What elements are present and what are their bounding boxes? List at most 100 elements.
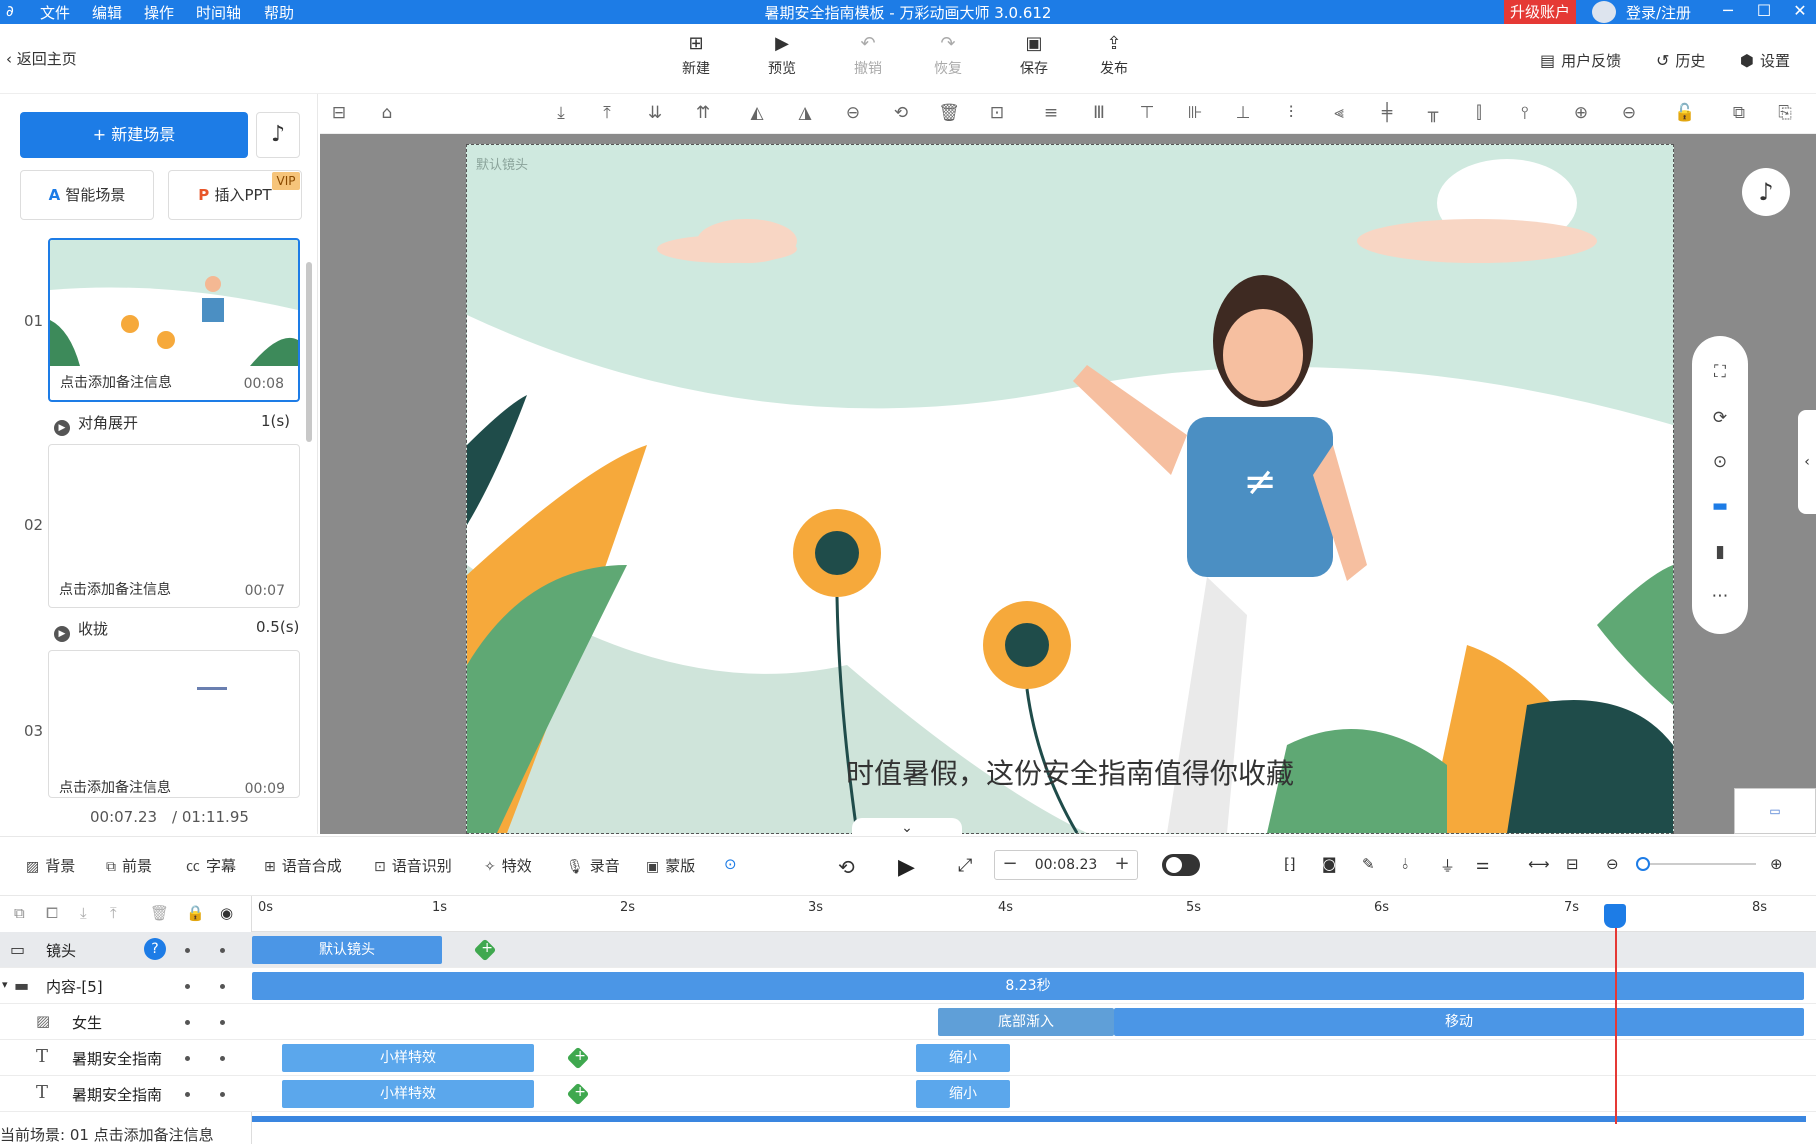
shrink-clip[interactable]: 缩小 (916, 1080, 1010, 1108)
smart-scene-button[interactable]: A 智能场景 (20, 170, 154, 220)
eye-icon[interactable]: ◉ (220, 904, 233, 922)
save-button[interactable]: ▣ 保存 (1004, 34, 1064, 78)
timeline-zoom-handle[interactable] (1636, 857, 1650, 871)
music-note-icon[interactable]: ♪ (1742, 168, 1790, 216)
paste-icon[interactable]: ⎘ (1774, 102, 1796, 124)
spacing-icon[interactable]: ⫯ (1514, 102, 1536, 124)
dot[interactable] (185, 1020, 190, 1025)
dot[interactable] (220, 1056, 225, 1061)
scene-note[interactable]: 点击添加备注信息 (59, 579, 171, 599)
unlock-icon[interactable]: 🔓 (1674, 102, 1696, 124)
dot[interactable] (220, 984, 225, 989)
home-icon[interactable]: ⌂ (376, 102, 398, 124)
music-note-icon[interactable]: ♪ (256, 112, 300, 158)
add-keyframe-icon[interactable] (473, 938, 497, 962)
fullscreen-icon[interactable]: ⤢ (958, 855, 972, 876)
distribute-v-icon[interactable]: ⫷ (1328, 102, 1350, 124)
minimap-icon[interactable]: ▭ (1734, 788, 1816, 834)
close-icon[interactable]: ✕ (1786, 0, 1814, 24)
edit-icon[interactable]: ✎ (1362, 855, 1375, 873)
foreground-button[interactable]: ⧉ 前景 (106, 855, 152, 876)
center-h-icon[interactable]: ╪ (1376, 102, 1398, 124)
publish-button[interactable]: ⇪ 发布 (1084, 34, 1144, 78)
lock-icon[interactable]: 🔒 (186, 904, 205, 922)
add-keyframe-icon[interactable] (566, 1046, 590, 1070)
distribute-h-icon[interactable]: ⫶ (1280, 102, 1302, 124)
play-icon[interactable]: ▶ (898, 855, 915, 880)
new-button[interactable]: ⊞ 新建 (666, 34, 726, 78)
fit-width-icon[interactable]: ⟷ (1528, 855, 1550, 873)
effects-button[interactable]: ✧ 特效 (484, 855, 532, 876)
portrait-icon[interactable]: ▮ (1708, 540, 1732, 564)
move-clip[interactable]: 移动 (1114, 1008, 1804, 1036)
chevron-left-icon[interactable]: ‹ (1798, 410, 1816, 514)
move-track-down-icon[interactable]: ⤓ (80, 904, 87, 922)
time-increase-button[interactable]: + (1110, 850, 1134, 880)
split-icon[interactable]: ⫰ (1402, 855, 1409, 873)
unlock-icon[interactable]: ⊙ (1708, 450, 1732, 474)
undo-button[interactable]: ↶ 撤销 (838, 34, 898, 78)
chevron-down-icon[interactable]: ⌄ (852, 818, 962, 838)
copy-icon[interactable]: ⧉ (1728, 102, 1750, 124)
format-painter-icon[interactable]: ⊟ (328, 102, 350, 124)
content-clip[interactable]: 8.23秒 (252, 972, 1804, 1000)
toggle-switch[interactable] (1162, 854, 1200, 876)
delete-track-icon[interactable]: 🗑 (150, 904, 169, 922)
effect-clip[interactable]: 小样特效 (282, 1044, 534, 1072)
record-button[interactable]: 🎙 录音 (566, 855, 620, 876)
history-button[interactable]: ↺ 历史 (1656, 50, 1705, 71)
timeline-scrollbar[interactable] (252, 1116, 1806, 1122)
add-keyframe-icon[interactable] (566, 1082, 590, 1106)
help-icon[interactable]: ? (144, 938, 166, 960)
subtitle-text[interactable]: 时值暑假，这份安全指南值得你收藏 (466, 752, 1674, 792)
zoom-out-timeline-icon[interactable]: ⊖ (1606, 855, 1619, 873)
camera-clip[interactable]: 默认镜头 (252, 936, 442, 964)
dot[interactable] (185, 1056, 190, 1061)
track-content-group[interactable]: ▾ ▬ 内容-[5] 8.23秒 (0, 968, 1816, 1004)
filter-icon[interactable]: ⏚ (1440, 855, 1455, 876)
scene-note[interactable]: 点击添加备注信息 (59, 777, 171, 797)
dot[interactable] (185, 984, 190, 989)
adjust-icon[interactable]: ⚌ (1476, 855, 1489, 873)
track-camera[interactable]: ▭ 镜头 ? 默认镜头 (0, 932, 1816, 968)
move-top-icon[interactable]: ⤒ (596, 102, 618, 124)
one-to-one-icon[interactable]: ⊟ (1566, 855, 1579, 873)
delete-icon[interactable]: 🗑 (938, 102, 960, 124)
chevron-down-icon[interactable]: ▾ (2, 978, 8, 991)
minimize-icon[interactable]: ─ (1714, 0, 1742, 24)
bracket-icon[interactable]: ⁅⁆ (1284, 855, 1296, 873)
settings-button[interactable]: ⬢ 设置 (1740, 50, 1790, 71)
center-v-icon[interactable]: ╥ (1422, 102, 1444, 124)
align-bottom-icon[interactable]: ⊥ (1232, 102, 1254, 124)
align-top-icon[interactable]: ⊤ (1136, 102, 1158, 124)
rotate-icon[interactable]: ⟲ (890, 102, 912, 124)
maximize-icon[interactable]: ☐ (1750, 0, 1778, 24)
move-down-icon[interactable]: ⇊ (644, 102, 666, 124)
timeline-ruler[interactable] (252, 896, 1816, 932)
move-up-icon[interactable]: ⇈ (692, 102, 714, 124)
effect-clip[interactable]: 小样特效 (282, 1080, 534, 1108)
align-left-icon[interactable]: ≡ (1040, 102, 1062, 124)
rotate-screen-icon[interactable]: ⟳ (1708, 406, 1732, 430)
move-track-up-icon[interactable]: ⤒ (110, 904, 117, 922)
more-tools-icon[interactable]: ⊙ (724, 855, 737, 873)
back-home-button[interactable]: ‹ 返回主页 (6, 48, 77, 69)
background-button[interactable]: ▨ 背景 (26, 855, 75, 876)
preview-button[interactable]: ▶ 预览 (752, 34, 812, 78)
dot[interactable] (220, 1020, 225, 1025)
crop-icon[interactable]: ⊡ (986, 102, 1008, 124)
feedback-button[interactable]: ▤ 用户反馈 (1540, 50, 1621, 71)
add-folder-icon[interactable]: ⧉ (14, 904, 25, 922)
track-text-2[interactable]: T 暑期安全指南 小样特效 缩小 (0, 1076, 1816, 1112)
dot[interactable] (185, 1092, 190, 1097)
scene-note[interactable]: 点击添加备注信息 (60, 372, 172, 392)
caption-button[interactable]: ㏄字幕 (186, 855, 236, 876)
transition-item[interactable]: ▶ 收拢 (54, 618, 108, 642)
flip-vertical-icon[interactable]: ◮ (794, 102, 816, 124)
transition-item[interactable]: ▶ 对角展开 (54, 412, 138, 436)
playhead-handle[interactable] (1604, 904, 1626, 928)
asr-button[interactable]: ⊡ 语音识别 (374, 855, 452, 876)
zoom-out-icon[interactable]: ⊖ (1618, 102, 1640, 124)
dot[interactable] (220, 1092, 225, 1097)
timeline-zoom-track[interactable] (1640, 863, 1756, 865)
